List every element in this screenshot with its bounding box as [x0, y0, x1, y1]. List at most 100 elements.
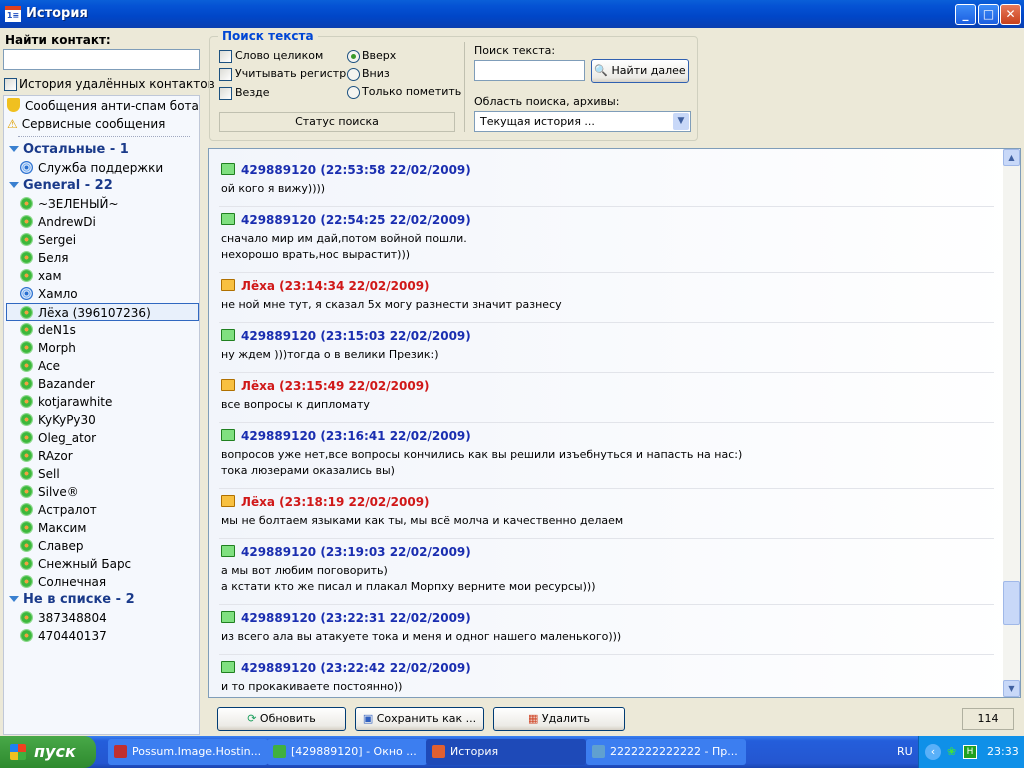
contact-item[interactable]: deN1s: [20, 321, 76, 339]
taskbar-button[interactable]: 2222222222222 - Пр...: [586, 739, 746, 765]
taskbar-button[interactable]: Possum.Image.Hostin...: [108, 739, 268, 765]
contact-item[interactable]: Bazander: [20, 375, 95, 393]
icq-flower-icon: [20, 557, 33, 570]
message-sender: Лёха: [241, 495, 275, 509]
collapse-triangle-icon[interactable]: [9, 596, 19, 602]
status-target-icon: [20, 287, 33, 300]
maximize-button[interactable]: □: [978, 4, 999, 25]
deleted-history-checkbox[interactable]: [4, 78, 17, 91]
message-header: 429889120 (22:54:25 22/02/2009): [221, 211, 994, 229]
message-line: сначало мир им дай,потом войной пошли.: [221, 232, 467, 245]
contact-item[interactable]: хам: [20, 267, 62, 285]
message-line: вопросов уже нет,все вопросы кончились к…: [221, 448, 743, 461]
taskbar-button-label: Possum.Image.Hostin...: [132, 745, 262, 758]
message-line: тока люзерами оказались вы): [221, 464, 395, 477]
contact-item[interactable]: Беля: [20, 249, 69, 267]
close-button[interactable]: ✕: [1000, 4, 1021, 25]
start-button[interactable]: пуск: [0, 736, 96, 768]
find-next-button[interactable]: 🔍 Найти далее: [591, 59, 689, 83]
contact-item[interactable]: Sergei: [20, 231, 76, 249]
message-sender: 429889120: [241, 545, 317, 559]
direction-down-radio[interactable]: [347, 68, 360, 81]
save-as-button[interactable]: ▣ Сохранить как ...: [355, 707, 484, 731]
app-tray-icon[interactable]: Н: [963, 745, 977, 759]
contact-group[interactable]: General - 22: [9, 177, 113, 195]
contact-item[interactable]: Ace: [20, 357, 60, 375]
icq-flower-icon: [20, 251, 33, 264]
chevron-down-icon[interactable]: ▼: [673, 113, 689, 130]
task-app-icon: [273, 745, 286, 758]
minimize-button[interactable]: _: [955, 4, 976, 25]
contact-item[interactable]: Славер: [20, 537, 83, 555]
icq-flower-icon: [20, 575, 33, 588]
contact-item[interactable]: AndrewDi: [20, 213, 96, 231]
find-contact-input[interactable]: [3, 49, 200, 70]
refresh-label: Обновить: [259, 712, 316, 725]
message-history[interactable]: 429889120 (22:53:58 22/02/2009) ой кого я…: [208, 148, 1021, 698]
message-line: ну ждем )))тогда о в велики Презик:): [221, 348, 439, 361]
contact-group[interactable]: Не в списке - 2: [9, 591, 135, 609]
whole-word-checkbox[interactable]: [219, 50, 232, 63]
message-text: вопросов уже нет,все вопросы кончились к…: [221, 447, 994, 479]
scroll-down-icon[interactable]: ▼: [1003, 680, 1020, 697]
contact-item[interactable]: Солнечная: [20, 573, 106, 591]
message-text: из всего ала вы атакуете тока и меня и о…: [221, 629, 994, 645]
contact-tree[interactable]: Сообщения анти-спам бота ⚠ Сервисные сообщ…: [3, 95, 200, 735]
everywhere-checkbox[interactable]: [219, 87, 232, 100]
icq-flower-icon: [20, 341, 33, 354]
message: 429889120 (22:53:58 22/02/2009) ой кого я…: [219, 157, 994, 207]
group-label: Остальные - 1: [23, 142, 129, 157]
contact-name: kotjarawhite: [38, 395, 113, 409]
delete-button[interactable]: ▦ Удалить: [493, 707, 625, 731]
scroll-thumb[interactable]: [1003, 581, 1020, 625]
contact-name: 387348804: [38, 611, 107, 625]
special-item[interactable]: Сообщения анти-спам бота: [7, 97, 199, 115]
contact-name: Хамло: [38, 287, 78, 301]
contact-group[interactable]: Остальные - 1: [9, 141, 129, 159]
message-list: 429889120 (22:53:58 22/02/2009) ой кого я…: [209, 149, 1004, 697]
direction-up-radio[interactable]: [347, 50, 360, 63]
scroll-up-icon[interactable]: ▲: [1003, 149, 1020, 166]
contact-item[interactable]: 387348804: [20, 609, 107, 627]
contact-item[interactable]: Morph: [20, 339, 76, 357]
search-text-input[interactable]: [474, 60, 585, 81]
message-header: Лёха (23:18:19 22/02/2009): [221, 493, 994, 511]
task-app-icon: [114, 745, 127, 758]
contact-item[interactable]: KyKyPy30: [20, 411, 96, 429]
message-sender: 429889120: [241, 429, 317, 443]
contact-item[interactable]: Максим: [20, 519, 86, 537]
message-line: а кстати кто же писал и плакал Морпху ве…: [221, 580, 596, 593]
special-item[interactable]: ⚠ Сервисные сообщения: [7, 115, 165, 133]
vertical-scrollbar[interactable]: ▲ ▼: [1003, 149, 1020, 697]
contact-item[interactable]: Снежный Барс: [20, 555, 131, 573]
tray-expand-icon[interactable]: ‹: [925, 744, 941, 760]
search-scope-select[interactable]: Текущая история ... ▼: [474, 111, 691, 132]
taskbar-button[interactable]: История: [426, 739, 586, 765]
contact-item[interactable]: ~ЗЕЛЕНЫЙ~: [20, 195, 119, 213]
language-indicator[interactable]: RU: [897, 736, 913, 768]
contact-item[interactable]: Хамло: [20, 285, 78, 303]
taskbar-button[interactable]: [429889120] - Окно ...: [267, 739, 427, 765]
network-icon[interactable]: ❀: [947, 736, 956, 768]
refresh-button[interactable]: ⟳ Обновить: [217, 707, 346, 731]
contact-item[interactable]: Лёха (396107236): [6, 303, 199, 321]
contact-item[interactable]: Служба поддержки: [20, 159, 163, 177]
contact-item[interactable]: RAzor: [20, 447, 73, 465]
mark-only-radio[interactable]: [347, 86, 360, 99]
message-text: все вопросы к дипломату: [221, 397, 994, 413]
contact-item[interactable]: kotjarawhite: [20, 393, 112, 411]
collapse-triangle-icon[interactable]: [9, 182, 19, 188]
search-status: Статус поиска: [219, 112, 455, 132]
contact-item[interactable]: Астралот: [20, 501, 97, 519]
collapse-triangle-icon[interactable]: [9, 146, 19, 152]
contact-item[interactable]: Silve®: [20, 483, 79, 501]
contact-item[interactable]: 470440137: [20, 627, 107, 645]
icq-flower-icon: [20, 197, 33, 210]
message-time: (23:16:41 22/02/2009): [320, 429, 471, 443]
contact-item[interactable]: Oleg_ator: [20, 429, 96, 447]
system-tray: RU ‹ ❀ Н 23:33: [897, 736, 1024, 768]
contact-item[interactable]: Sell: [20, 465, 60, 483]
warning-icon: ⚠: [7, 117, 18, 131]
delete-icon: ▦: [527, 712, 539, 725]
match-case-checkbox[interactable]: [219, 68, 232, 81]
